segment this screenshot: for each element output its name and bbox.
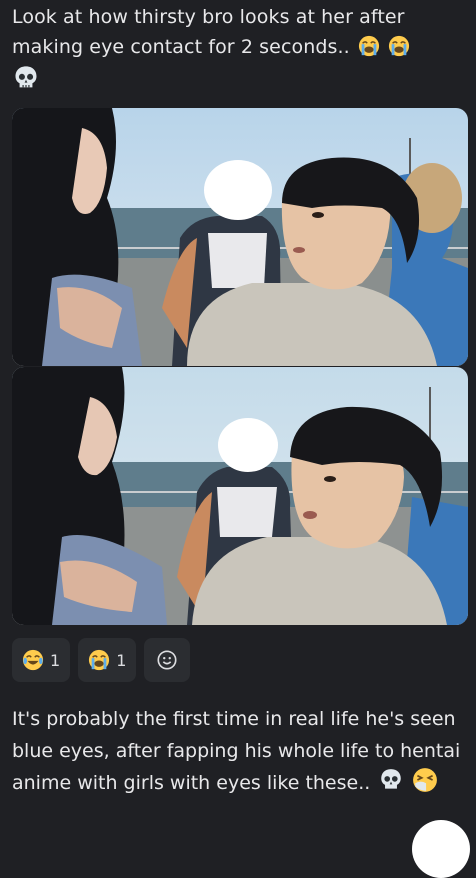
reactions-bar: 1 1	[12, 638, 191, 682]
photo-top[interactable]	[12, 108, 468, 366]
sneezing-face-icon	[413, 768, 438, 792]
floating-action-button[interactable]	[412, 820, 470, 878]
photo-top-scene	[12, 108, 468, 366]
skull-icon	[381, 769, 402, 789]
loudly-crying-icon	[358, 35, 380, 57]
add-reaction-button[interactable]	[144, 638, 191, 682]
photo-bottom-scene	[12, 367, 468, 625]
joy-tears-icon	[22, 649, 44, 671]
photo-bottom[interactable]	[12, 367, 468, 625]
reaction-joy-tears[interactable]: 1	[12, 638, 71, 682]
post-caption: Look at how thirsty bro looks at her aft…	[12, 2, 464, 97]
reaction-loudly-crying[interactable]: 1	[78, 638, 137, 682]
smiley-icon	[157, 650, 177, 670]
loudly-crying-icon	[89, 649, 110, 671]
reply-message: It's probably the first time in real lif…	[12, 703, 467, 799]
reaction-count: 1	[116, 650, 127, 670]
reaction-count: 1	[50, 650, 61, 670]
loudly-crying-icon	[389, 35, 410, 57]
skull-icon	[15, 66, 37, 88]
post-caption-text: Look at how thirsty bro looks at her aft…	[12, 6, 405, 58]
